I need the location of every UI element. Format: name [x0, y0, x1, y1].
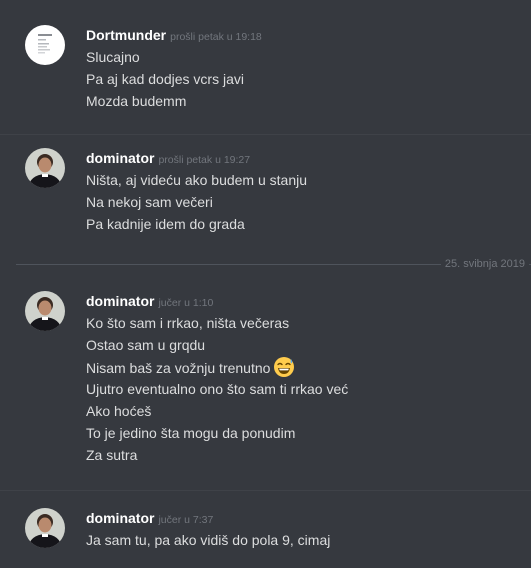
message-text: Na nekoj sam večeri — [86, 194, 213, 210]
date-divider: 25. svibnja 2019 — [0, 255, 531, 273]
message-header: dominator jučer u 1:10 — [86, 291, 213, 311]
date-divider-label: 25. svibnja 2019 — [440, 255, 529, 273]
timestamp: prošli petak u 19:27 — [158, 154, 251, 166]
grinning-sweat-emoji-icon — [274, 357, 295, 377]
username[interactable]: dominator — [86, 150, 154, 166]
priest-avatar-icon — [25, 148, 65, 188]
message-header: dominator prošli petak u 19:27 — [86, 148, 250, 168]
document-avatar-icon — [25, 25, 65, 65]
message-list: Ko što sam i rrkao, ništa večeras Ostao … — [86, 312, 348, 466]
username[interactable]: dominator — [86, 510, 154, 526]
message-text: Za sutra — [86, 447, 138, 463]
message-text: Ujutro eventualno ono što sam ti rrkao v… — [86, 381, 349, 397]
username[interactable]: Dortmunder — [86, 27, 166, 43]
avatar[interactable] — [25, 148, 65, 188]
chat-messages: Dortmunder prošli petak u 19:18 Slucajno … — [0, 0, 531, 568]
group-separator — [0, 490, 531, 491]
timestamp: jučer u 1:10 — [158, 297, 214, 309]
message-header: Dortmunder prošli petak u 19:18 — [86, 25, 262, 45]
timestamp: jučer u 7:37 — [158, 514, 214, 526]
message-text: Mozda budemm — [86, 93, 187, 109]
message-text: Ostao sam u grqdu — [86, 337, 206, 353]
timestamp: prošli petak u 19:18 — [170, 31, 262, 43]
message-text: Nisam baš za vožnju trenutno — [86, 360, 271, 376]
message-text: Pa aj kad dodjes vcrs javi — [86, 71, 244, 87]
priest-avatar-icon — [25, 508, 65, 548]
group-separator — [0, 134, 531, 135]
message-text: Pa kadnije idem do grada — [86, 216, 245, 232]
avatar[interactable] — [25, 291, 65, 331]
message-text: Ništa, aj videću ako budem u stanju — [86, 172, 308, 188]
username[interactable]: dominator — [86, 293, 154, 309]
avatar[interactable] — [25, 25, 65, 65]
message-text: Ako hoćeš — [86, 403, 152, 419]
message-text: Slucajno — [86, 49, 140, 65]
message-with-emoji: Nisam baš za vožnju trenutno — [86, 356, 348, 378]
message-list: Ja sam tu, pa ako vidiš do pola 9, cimaj — [86, 529, 330, 551]
priest-avatar-icon — [25, 291, 65, 331]
message-text: Ja sam tu, pa ako vidiš do pola 9, cimaj — [86, 532, 331, 548]
message-text: Ko što sam i rrkao, ništa večeras — [86, 315, 290, 331]
message-header: dominator jučer u 7:37 — [86, 508, 213, 528]
avatar[interactable] — [25, 508, 65, 548]
message-list: Ništa, aj videću ako budem u stanju Na n… — [86, 169, 307, 235]
message-text: To je jedino šta mogu da ponudim — [86, 425, 296, 441]
message-list: Slucajno Pa aj kad dodjes vcrs javi Mozd… — [86, 46, 244, 112]
